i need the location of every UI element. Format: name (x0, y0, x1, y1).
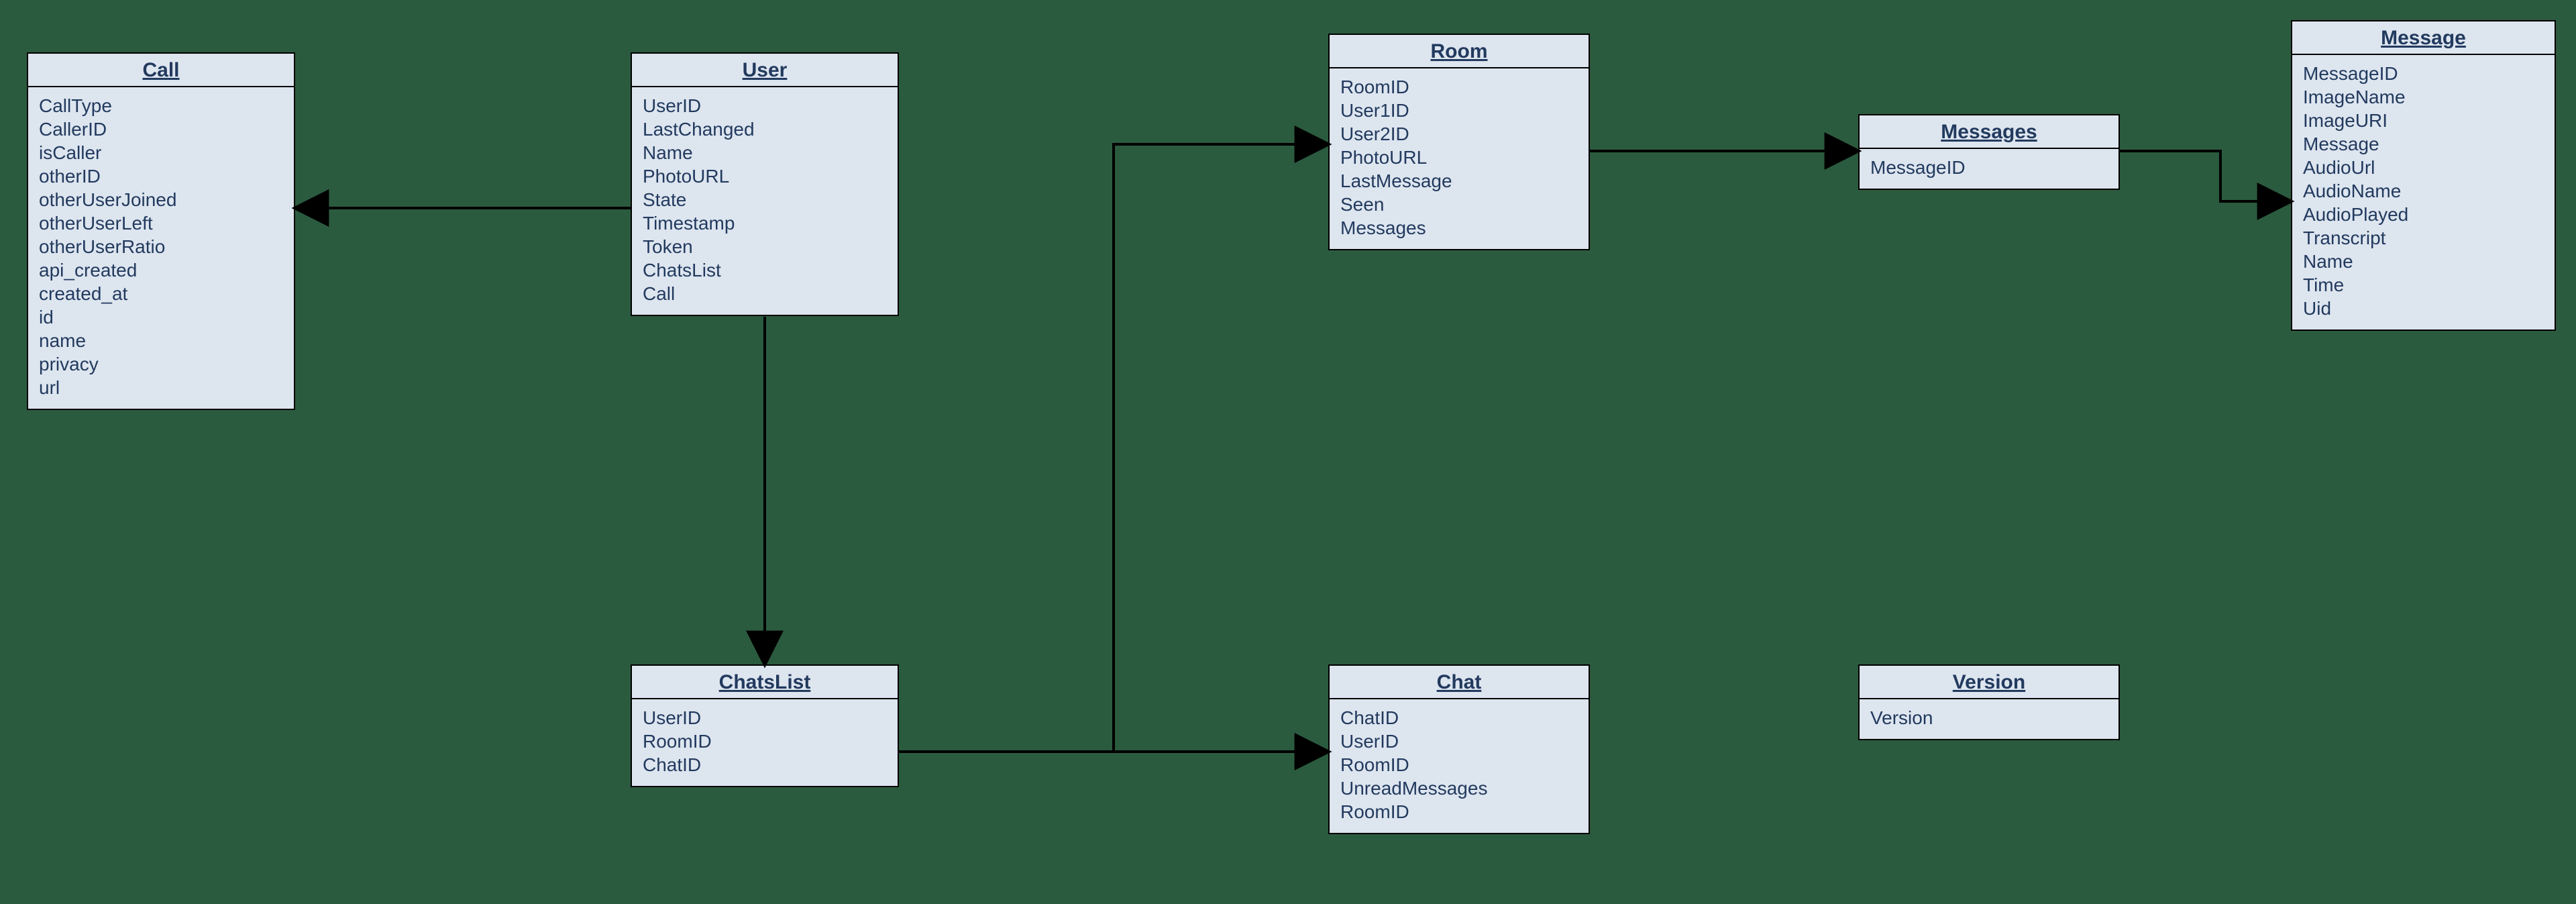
entity-chatslist[interactable]: ChatsList UserID RoomID ChatID (631, 664, 899, 787)
entity-body-chat: ChatID UserID RoomID UnreadMessages Room… (1330, 699, 1589, 833)
field: RoomID (643, 730, 887, 753)
entity-body-message: MessageID ImageName ImageURI Message Aud… (2292, 55, 2555, 330)
entity-user[interactable]: User UserID LastChanged Name PhotoURL St… (631, 52, 899, 316)
field: MessageID (1870, 156, 2108, 179)
entity-chat[interactable]: Chat ChatID UserID RoomID UnreadMessages… (1328, 664, 1590, 834)
entity-title-user: User (632, 54, 898, 87)
entity-title-message: Message (2292, 21, 2555, 55)
field: User2ID (1340, 122, 1578, 146)
field: otherUserLeft (39, 211, 283, 235)
entity-title-chatslist: ChatsList (632, 666, 898, 699)
field: RoomID (1340, 800, 1578, 823)
entity-title-messages: Messages (1860, 115, 2118, 149)
entity-title-call: Call (28, 54, 294, 87)
field: Name (2303, 250, 2544, 273)
field: CallType (39, 94, 283, 117)
field: otherID (39, 164, 283, 188)
field: AudioName (2303, 179, 2544, 203)
field: State (643, 188, 887, 211)
entity-messages[interactable]: Messages MessageID (1858, 114, 2120, 190)
field: Name (643, 141, 887, 164)
entity-title-room: Room (1330, 35, 1589, 68)
field: Transcript (2303, 226, 2544, 250)
edge-messages-message (2120, 151, 2291, 201)
field: ChatsList (643, 258, 887, 282)
field: AudioUrl (2303, 156, 2544, 179)
entity-body-user: UserID LastChanged Name PhotoURL State T… (632, 87, 898, 315)
field: RoomID (1340, 75, 1578, 99)
field: Message (2303, 132, 2544, 156)
field: AudioPlayed (2303, 203, 2544, 226)
field: ImageURI (2303, 109, 2544, 132)
field: isCaller (39, 141, 283, 164)
entity-body-chatslist: UserID RoomID ChatID (632, 699, 898, 786)
field: UserID (643, 94, 887, 117)
entity-version[interactable]: Version Version (1858, 664, 2120, 740)
field: User1ID (1340, 99, 1578, 122)
connectors (0, 0, 2576, 904)
field: Timestamp (643, 211, 887, 235)
field: CallerID (39, 117, 283, 141)
field: otherUserJoined (39, 188, 283, 211)
entity-title-version: Version (1860, 666, 2118, 699)
entity-message[interactable]: Message MessageID ImageName ImageURI Mes… (2291, 20, 2556, 331)
field: url (39, 376, 283, 399)
field: ChatID (643, 753, 887, 776)
entity-body-version: Version (1860, 699, 2118, 739)
field: Uid (2303, 297, 2544, 320)
field: id (39, 305, 283, 329)
field: MessageID (2303, 62, 2544, 85)
field: Call (643, 282, 887, 305)
field: Seen (1340, 193, 1578, 216)
field: UserID (1340, 730, 1578, 753)
field: ImageName (2303, 85, 2544, 109)
field: UnreadMessages (1340, 776, 1578, 800)
field: privacy (39, 352, 283, 376)
entity-room[interactable]: Room RoomID User1ID User2ID PhotoURL Las… (1328, 34, 1590, 250)
field: PhotoURL (1340, 146, 1578, 169)
field: ChatID (1340, 706, 1578, 730)
field: RoomID (1340, 753, 1578, 776)
field: LastMessage (1340, 169, 1578, 193)
edge-chat-room (1114, 144, 1328, 752)
field: PhotoURL (643, 164, 887, 188)
field: Token (643, 235, 887, 258)
field: created_at (39, 282, 283, 305)
field: LastChanged (643, 117, 887, 141)
entity-title-chat: Chat (1330, 666, 1589, 699)
entity-body-call: CallType CallerID isCaller otherID other… (28, 87, 294, 409)
field: Time (2303, 273, 2544, 297)
field: Version (1870, 706, 2108, 730)
field: otherUserRatio (39, 235, 283, 258)
entity-body-messages: MessageID (1860, 149, 2118, 189)
field: api_created (39, 258, 283, 282)
entity-body-room: RoomID User1ID User2ID PhotoURL LastMess… (1330, 68, 1589, 249)
entity-call[interactable]: Call CallType CallerID isCaller otherID … (27, 52, 295, 410)
field: UserID (643, 706, 887, 730)
field: name (39, 329, 283, 352)
field: Messages (1340, 216, 1578, 240)
